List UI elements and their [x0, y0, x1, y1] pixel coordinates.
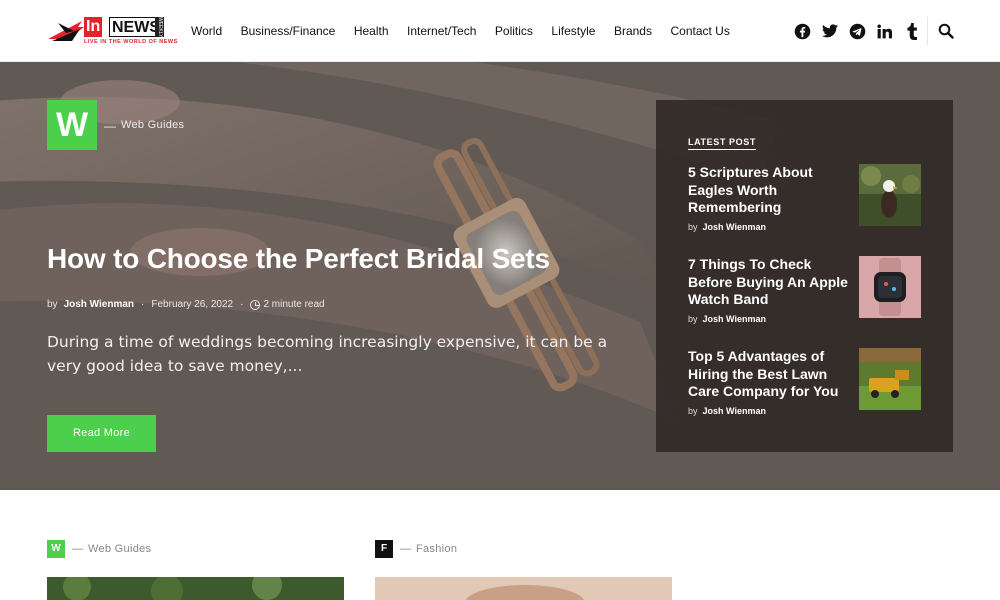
latest-posts-panel: LATEST POST 5 Scriptures About Eagles Wo…	[656, 100, 953, 452]
latest-posts-heading: LATEST POST	[688, 137, 756, 150]
site-logo[interactable]: In NEWS WEEKLY LIVE IN THE WORLD OF NEWS	[48, 15, 177, 48]
card-category-dash: —	[72, 543, 83, 555]
hero-date: February 26, 2022	[151, 299, 234, 310]
card-category-label[interactable]: Web Guides	[88, 543, 151, 555]
card-image[interactable]	[375, 577, 672, 600]
twitter-icon[interactable]	[821, 22, 839, 40]
latest-post-by: by	[688, 313, 698, 324]
eagle-thumbnail-image	[859, 164, 921, 226]
latest-post-title[interactable]: 5 Scriptures About Eagles Worth Remember…	[688, 164, 848, 217]
tumblr-icon[interactable]	[903, 22, 921, 40]
nav-item-brands[interactable]: Brands	[614, 23, 652, 39]
nav-item-world[interactable]: World	[191, 23, 222, 39]
logo-tagline: LIVE IN THE WORLD OF NEWS	[84, 39, 178, 45]
latest-post-item[interactable]: 7 Things To Check Before Buying An Apple…	[688, 256, 922, 324]
hero-featured-post[interactable]: W — Web Guides How to Choose the Perfect…	[0, 62, 1000, 490]
hero-by: by	[47, 299, 58, 310]
hero-read-time: 2 minute read	[263, 299, 325, 310]
facebook-icon[interactable]	[793, 22, 811, 40]
nav-item-internet-tech[interactable]: Internet/Tech	[407, 23, 476, 39]
card-image[interactable]	[47, 577, 344, 600]
hero-meta: by Josh Wienman · February 26, 2022 · 2 …	[47, 299, 325, 310]
social-links	[793, 22, 931, 40]
latest-post-by: by	[688, 405, 698, 416]
latest-post-item[interactable]: Top 5 Advantages of Hiring the Best Lawn…	[688, 348, 922, 416]
nav-item-business-finance[interactable]: Business/Finance	[241, 23, 336, 39]
latest-post-author[interactable]: Josh Wienman	[703, 314, 766, 324]
card-category-label[interactable]: Fashion	[416, 543, 457, 555]
search-icon[interactable]	[938, 23, 954, 39]
card-category: W — Web Guides	[47, 540, 151, 558]
clock-icon	[250, 299, 261, 310]
hero-category-dash: —	[104, 119, 116, 133]
latest-post-thumbnail[interactable]	[859, 164, 921, 226]
lawn-thumbnail-image	[859, 348, 921, 410]
latest-post-title[interactable]: Top 5 Advantages of Hiring the Best Lawn…	[688, 348, 848, 401]
hero-category-label[interactable]: Web Guides	[121, 119, 184, 131]
hero-separator: ·	[141, 299, 145, 310]
card-category-badge[interactable]: W	[47, 540, 65, 558]
main-nav: World Business/Finance Health Internet/T…	[191, 23, 748, 39]
hero-separator-2: ·	[240, 299, 244, 310]
watch-thumbnail-image	[859, 256, 921, 318]
card-image-foliage	[47, 577, 344, 600]
latest-post-title[interactable]: 7 Things To Check Before Buying An Apple…	[688, 256, 848, 309]
telegram-icon[interactable]	[848, 22, 866, 40]
read-more-button[interactable]: Read More	[47, 415, 156, 452]
latest-post-author[interactable]: Josh Wienman	[703, 222, 766, 232]
hero-excerpt: During a time of weddings becoming incre…	[47, 333, 608, 375]
hero-author[interactable]: Josh Wienman	[64, 299, 134, 310]
hero-category-badge[interactable]: W	[47, 100, 97, 150]
card-category: F — Fashion	[375, 540, 457, 558]
card-category-badge[interactable]: F	[375, 540, 393, 558]
nav-item-lifestyle[interactable]: Lifestyle	[551, 23, 595, 39]
card-image-fashion	[375, 577, 672, 600]
nav-item-health[interactable]: Health	[354, 23, 389, 39]
site-header: In NEWS WEEKLY LIVE IN THE WORLD OF NEWS…	[0, 0, 1000, 62]
logo-weekly: WEEKLY	[155, 17, 164, 38]
logo-wing-icon	[48, 21, 84, 41]
card-category-dash: —	[400, 543, 411, 555]
latest-post-by: by	[688, 221, 698, 232]
nav-item-contact-us[interactable]: Contact Us	[670, 23, 729, 39]
nav-item-politics[interactable]: Politics	[495, 23, 533, 39]
linkedin-icon[interactable]	[876, 22, 894, 40]
header-divider	[927, 17, 928, 45]
latest-post-item[interactable]: 5 Scriptures About Eagles Worth Remember…	[688, 164, 922, 232]
latest-post-thumbnail[interactable]	[859, 348, 921, 410]
hero-title[interactable]: How to Choose the Perfect Bridal Sets	[47, 243, 550, 275]
latest-post-author[interactable]: Josh Wienman	[703, 406, 766, 416]
latest-post-thumbnail[interactable]	[859, 256, 921, 318]
logo-in: In	[84, 17, 103, 37]
